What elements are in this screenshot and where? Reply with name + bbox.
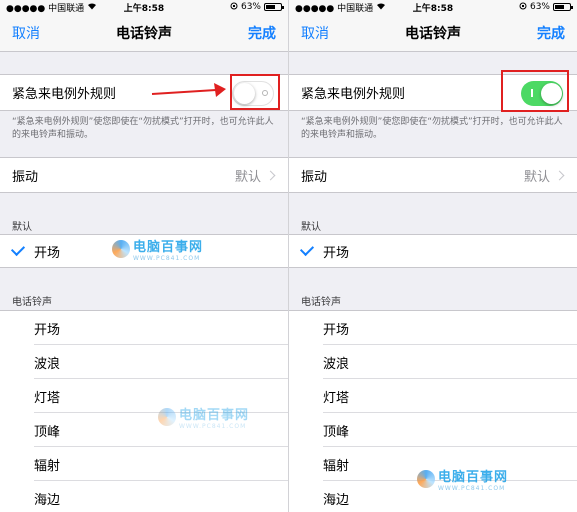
watermark-url: WWW.PC841.COM [133, 255, 201, 262]
ringtone-label: 海边 [34, 492, 61, 508]
ringtone-label: 灯塔 [34, 390, 61, 406]
watermark: 电脑百事网 WWW.PC841.COM [112, 236, 203, 262]
watermark: 电脑百事网 WWW.PC841.COM [158, 404, 249, 430]
carrier: ●●●●● 中国联通 [295, 3, 374, 14]
vibration-value: 默认 [234, 169, 261, 185]
ringtone-label: 海边 [323, 492, 350, 508]
emergency-bypass-note: “紧急来电例外规则”使您即使在“勿扰模式”打开时，也可允许此人的来电铃声和振动。 [12, 117, 274, 140]
ringtone-item[interactable]: 顶峰 [289, 413, 577, 447]
emergency-bypass-label: 紧急来电例外规则 [12, 87, 117, 102]
ringtone-label: 顶峰 [34, 424, 61, 440]
ringtone-item[interactable]: 波浪 [289, 345, 577, 379]
battery-percent: 63% [240, 2, 261, 12]
watermark-logo-icon [158, 408, 176, 426]
default-section-header: 默认 [12, 222, 32, 233]
vibration-value: 默认 [523, 169, 550, 185]
checkmark-icon [10, 241, 26, 257]
wifi-icon [376, 2, 386, 13]
chevron-right-icon [554, 170, 565, 180]
page-title: 电话铃声 [405, 25, 461, 42]
selected-tone-row[interactable]: 开场 [289, 234, 577, 268]
ringtone-label: 灯塔 [323, 390, 350, 406]
default-section-header: 默认 [301, 222, 321, 233]
cancel-button[interactable]: 取消 [301, 23, 329, 43]
arrow-annotation [151, 83, 226, 97]
screen-before: ●●●●● 中国联通 上午8:58 63% 取消 电话铃声 完成 紧急来电例外规… [0, 0, 288, 512]
vibration-label: 振动 [301, 169, 328, 185]
ringtone-label: 辐射 [323, 458, 350, 474]
done-button[interactable]: 完成 [248, 23, 276, 43]
ringtone-label: 辐射 [34, 458, 61, 474]
page-title: 电话铃声 [116, 25, 172, 42]
ringtone-label: 波浪 [34, 356, 61, 372]
vibration-label: 振动 [12, 169, 39, 185]
carrier: ●●●●● 中国联通 [6, 3, 85, 14]
ringtone-item[interactable]: 波浪 [0, 345, 288, 379]
watermark: 电脑百事网 WWW.PC841.COM [417, 466, 508, 492]
status-bar: ●●●●● 中国联通 上午8:58 63% [289, 0, 577, 14]
ringtones-section-header: 电话铃声 [301, 297, 341, 308]
lock-rotation-icon [230, 2, 238, 13]
watermark-logo-icon [112, 240, 130, 258]
navigation-bar: 取消 电话铃声 完成 [289, 14, 577, 52]
watermark-logo-icon [417, 470, 435, 488]
navigation-bar: 取消 电话铃声 完成 [0, 14, 288, 52]
ringtone-label: 开场 [34, 322, 61, 338]
watermark-name: 电脑百事网 [438, 470, 509, 485]
ringtones-section-header: 电话铃声 [12, 297, 52, 308]
ringtone-item[interactable]: 开场 [0, 311, 288, 345]
ringtone-label: 波浪 [323, 356, 350, 372]
ringtone-label: 开场 [323, 322, 350, 338]
highlight-box [501, 70, 569, 112]
wifi-icon [87, 2, 97, 13]
watermark-url: WWW.PC841.COM [438, 485, 506, 492]
selected-tone-label: 开场 [323, 245, 350, 261]
emergency-bypass-note: “紧急来电例外规则”使您即使在“勿扰模式”打开时，也可允许此人的来电铃声和振动。 [301, 117, 563, 140]
vibration-row[interactable]: 振动 默认 [289, 157, 577, 193]
status-bar: ●●●●● 中国联通 上午8:58 63% [0, 0, 288, 14]
watermark-name: 电脑百事网 [179, 408, 250, 423]
battery-icon [553, 3, 573, 11]
ringtone-item[interactable]: 海边 [0, 481, 288, 512]
emergency-bypass-label: 紧急来电例外规则 [301, 87, 406, 102]
highlight-box [230, 74, 280, 110]
ringtone-item[interactable]: 开场 [289, 311, 577, 345]
screen-after: ●●●●● 中国联通 上午8:58 63% 取消 电话铃声 完成 紧急来电例外规… [289, 0, 577, 512]
chevron-right-icon [265, 170, 276, 180]
watermark-name: 电脑百事网 [133, 240, 204, 255]
battery-percent: 63% [529, 2, 550, 12]
ringtone-label: 顶峰 [323, 424, 350, 440]
checkmark-icon [299, 241, 315, 257]
vibration-row[interactable]: 振动 默认 [0, 157, 288, 193]
selected-tone-label: 开场 [34, 245, 61, 261]
cancel-button[interactable]: 取消 [12, 23, 40, 43]
watermark-url: WWW.PC841.COM [179, 423, 247, 430]
ringtone-item[interactable]: 灯塔 [289, 379, 577, 413]
done-button[interactable]: 完成 [537, 23, 565, 43]
lock-rotation-icon [519, 2, 527, 13]
ringtone-item[interactable]: 辐射 [0, 447, 288, 481]
battery-icon [264, 3, 284, 11]
